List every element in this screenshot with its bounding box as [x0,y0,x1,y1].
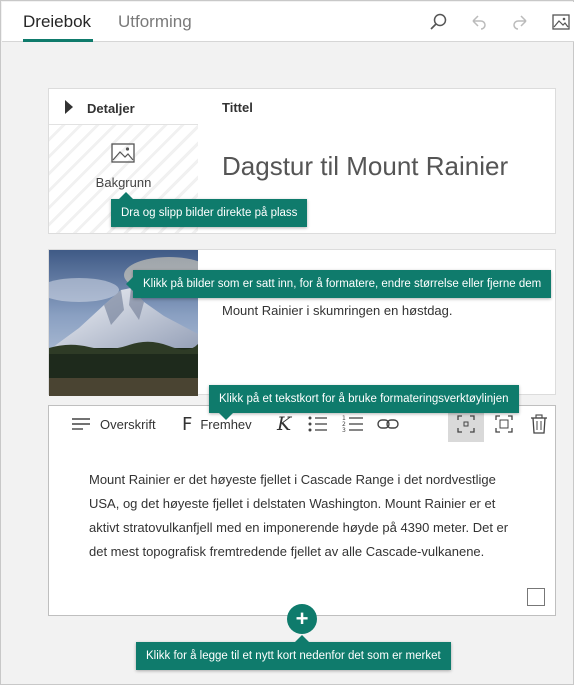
app-window: Dreiebok Utforming Detaljer Bakgrunn Tit… [0,0,574,685]
numbered-list-icon: 123 [342,415,363,434]
tooltip-add-card-text: Klikk for å legge til et nytt kort neden… [146,650,441,662]
focus-large-icon [495,415,513,433]
tooltip-drag-images: Dra og slipp bilder direkte på plass [111,192,308,227]
add-card-button[interactable]: + [287,604,317,634]
italic-icon: K [277,413,292,435]
emphasis-icon: F [182,413,193,435]
undo-icon[interactable] [468,11,490,33]
details-toggle[interactable]: Detaljer [49,89,198,125]
expand-triangle-icon [65,100,73,114]
link-icon [377,419,399,429]
svg-text:3: 3 [342,427,346,434]
select-checkbox[interactable] [527,588,545,606]
tooltip-text-card-text: Klikk på et tekstkort for å bruke format… [219,393,509,405]
search-icon[interactable] [427,11,449,33]
heading-icon [72,418,90,430]
delete-button[interactable] [528,406,550,442]
tooltip-add-card: Klikk for å legge til et nytt kort neden… [136,635,451,670]
bullet-list-icon [308,416,327,432]
tooltip-text-card: Klikk på et tekstkort for å bruke format… [209,385,519,420]
tooltip-drag-images-text: Dra og slipp bilder direkte på plass [121,207,298,219]
heading-button[interactable]: Overskrift [71,406,156,442]
top-bar: Dreiebok Utforming [2,2,574,42]
text-card[interactable]: Overskrift F Fremhev K 123 Mount Rainier… [48,405,556,616]
background-label: Bakgrunn [95,175,152,190]
title-label: Tittel [222,100,253,115]
image-icon[interactable] [550,11,572,33]
details-label: Detaljer [87,101,135,116]
trash-icon [531,414,547,434]
text-card-body[interactable]: Mount Rainier er det høyeste fjellet i C… [89,468,529,564]
tab-utforming[interactable]: Utforming [118,12,192,32]
image-caption[interactable]: Mount Rainier i skumringen en høstdag. [222,303,453,318]
tooltip-click-images-text: Klikk på bilder som er satt inn, for å f… [143,278,542,290]
focus-small-icon [457,415,475,433]
tooltip-click-images: Klikk på bilder som er satt inn, for å f… [126,270,552,298]
title-text[interactable]: Dagstur til Mount Rainier [222,151,508,182]
redo-icon[interactable] [509,11,531,33]
tab-dreiebok[interactable]: Dreiebok [23,12,91,32]
background-image-icon [111,143,135,168]
active-tab-indicator [23,39,93,42]
heading-label: Overskrift [100,416,156,432]
